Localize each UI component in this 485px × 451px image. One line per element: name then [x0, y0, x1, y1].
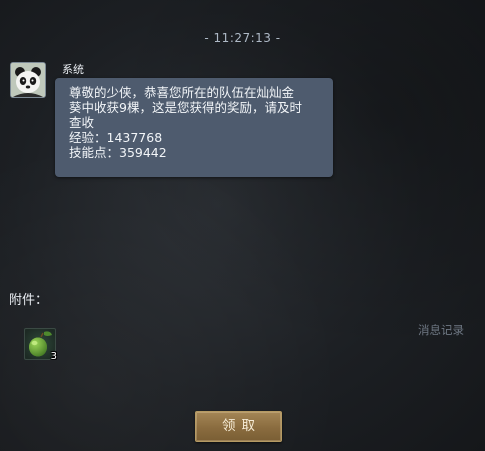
message-bubble: 尊敬的少侠，恭喜您所在的队伍在灿灿金 葵中收获9棵，这是您获得的奖励，请及时 查… — [55, 78, 333, 177]
claim-button[interactable]: 领取 — [195, 411, 282, 442]
message-line: 尊敬的少侠，恭喜您所在的队伍在灿灿金 — [69, 85, 295, 100]
message-line: 查收 — [69, 115, 95, 130]
exp-reward-line: 经验：1437768 — [69, 130, 163, 145]
skill-points-reward-line: 技能点：359442 — [69, 145, 167, 160]
message-timestamp: - 11:27:13 - — [204, 31, 281, 45]
panda-avatar-icon — [11, 63, 45, 97]
system-avatar — [10, 62, 46, 98]
message-line: 葵中收获9棵，这是您获得的奖励，请及时 — [69, 100, 302, 115]
message-record-link[interactable]: 消息记录 — [418, 322, 464, 338]
attachment-item-slot[interactable]: 3 — [24, 328, 57, 362]
item-count: 3 — [50, 351, 57, 362]
attachments-label: 附件： — [9, 293, 49, 308]
sender-name: 系统 — [62, 63, 84, 76]
